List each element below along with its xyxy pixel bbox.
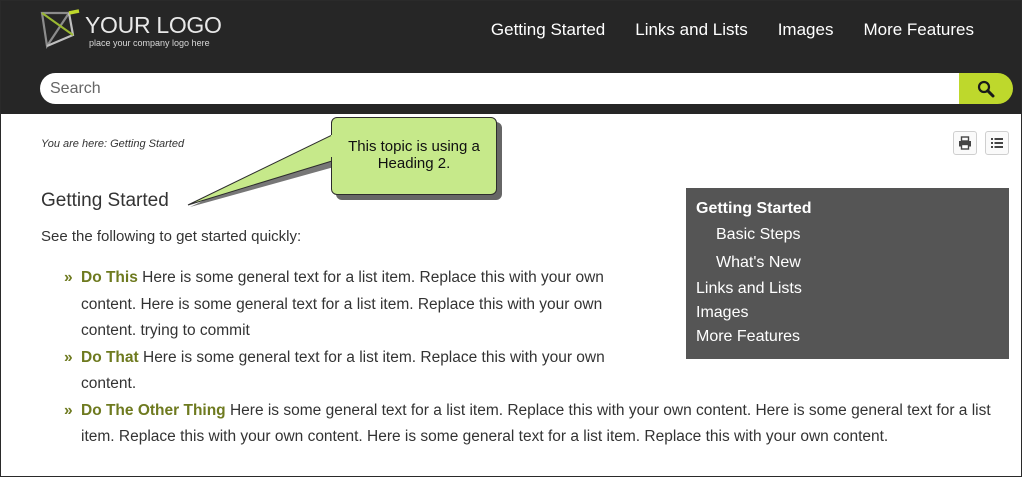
list-item: » Do The Other Thing Here is some genera… [64,398,1004,451]
toc-item-links-and-lists[interactable]: Links and Lists [696,280,802,298]
print-button[interactable] [953,131,977,155]
nav-more-features[interactable]: More Features [863,20,974,40]
nav-images[interactable]: Images [778,20,834,40]
top-header: YOUR LOGO place your company logo here G… [1,1,1021,114]
nav-links-and-lists[interactable]: Links and Lists [635,20,747,40]
search-input[interactable] [40,73,940,104]
search-button[interactable] [959,73,1013,104]
list-item: » Do That Here is some general text for … [64,345,626,398]
callout-seam [331,135,334,157]
list-item-text: Here is some general text for a list ite… [81,269,604,339]
callout-line-2: Heading 2. [377,155,451,172]
logo-mark-icon [40,9,80,49]
toc-item-basic-steps[interactable]: Basic Steps [716,226,800,244]
list-item-title: Do This [81,269,138,286]
toc-item-whats-new[interactable]: What's New [716,254,801,272]
callout-pointer [187,134,334,207]
list-item-title: Do That [81,348,139,366]
logo-tagline: place your company logo here [89,38,210,48]
logo[interactable]: YOUR LOGO place your company logo here [39,9,239,53]
main-nav: Getting Started Links and Lists Images M… [491,20,974,40]
callout-box: This topic is using a Heading 2. [331,117,497,195]
toc-list-icon [991,138,1003,148]
list-item: » Do This Here is some general text for … [64,265,626,345]
search-icon [977,80,995,97]
list-item-title: Do The Other Thing [81,401,226,419]
page-title: Getting Started [41,190,169,211]
breadcrumb: You are here: Getting Started [41,138,185,150]
callout-text: This topic is using a Heading 2. [332,138,496,172]
bullet-icon: » [64,348,73,366]
bullet-icon: » [64,401,73,419]
mini-toc: Getting Started Basic Steps What's New L… [686,188,1009,359]
nav-getting-started[interactable]: Getting Started [491,20,605,40]
list-item-text: Here is some general text for a list ite… [81,348,605,393]
print-icon [959,136,971,150]
toc-toggle-button[interactable] [985,131,1009,155]
page-frame: YOUR LOGO place your company logo here G… [0,0,1022,477]
search-bar [40,73,1013,104]
logo-text: YOUR LOGO [85,12,222,38]
bullet-icon: » [64,269,73,286]
callout-line-1: This topic is using a [348,138,480,155]
toc-item-getting-started[interactable]: Getting Started [696,200,812,218]
toc-item-images[interactable]: Images [696,304,748,322]
toc-item-more-features[interactable]: More Features [696,328,800,346]
intro-text: See the following to get started quickly… [41,228,302,245]
